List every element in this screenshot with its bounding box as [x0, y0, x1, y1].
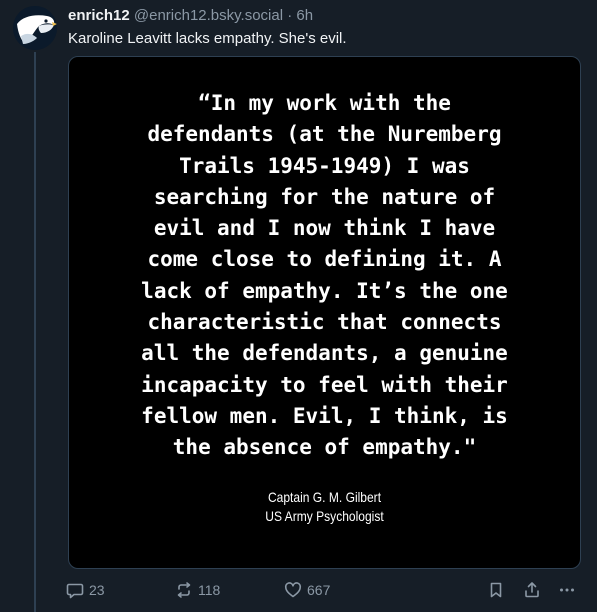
reply-button[interactable]: 23: [66, 578, 105, 602]
like-button[interactable]: 667: [284, 578, 330, 602]
quote-line: the absence of empathy.": [172, 435, 477, 460]
repost-arrows-icon: [177, 582, 191, 598]
quote-text: “In my work with the defendants (at the …: [69, 88, 580, 464]
bookmark-icon: [490, 582, 502, 598]
quote-line: defendants (at the Nuremberg: [147, 122, 502, 147]
like-count: 667: [307, 582, 331, 598]
avatar-eagle-image: [13, 6, 57, 50]
post-header: enrich12 @enrich12.bsky.social · 6h: [68, 6, 313, 25]
quote-line: evil and I now think I have: [153, 216, 496, 241]
display-name[interactable]: enrich12: [68, 7, 130, 24]
repost-count: 118: [198, 582, 221, 598]
avatar[interactable]: [13, 6, 57, 50]
share-upload-icon: [525, 582, 539, 598]
quote-line: lack of empathy. It’s the one: [141, 278, 508, 303]
share-button[interactable]: [523, 578, 541, 602]
attribution-title: US Army Psychologist: [265, 508, 384, 524]
quote-line: “In my work with the: [198, 91, 451, 115]
reply-count: 23: [89, 582, 105, 598]
more-options-button[interactable]: [558, 578, 576, 602]
quote-line: come close to defining it. A: [147, 247, 502, 272]
bookmark-button[interactable]: [487, 578, 505, 602]
heart-outline-icon: [284, 582, 302, 598]
post-text: Karoline Leavitt lacks empathy. She's ev…: [68, 30, 347, 47]
user-handle[interactable]: @enrich12.bsky.social: [134, 7, 283, 24]
ellipsis-icon: [560, 588, 574, 592]
quote-line: all the defendants, a genuine: [141, 341, 508, 366]
post-timestamp[interactable]: 6h: [296, 7, 313, 24]
quote-line: characteristic that connects: [147, 310, 502, 335]
post-image[interactable]: “In my work with the defendants (at the …: [68, 56, 581, 569]
header-separator: ·: [287, 7, 293, 24]
quote-line: searching for the nature of: [153, 184, 496, 209]
attribution-name: Captain G. M. Gilbert: [267, 489, 382, 505]
repost-button[interactable]: 118: [175, 578, 220, 602]
quote-line: Trails 1945-1949) I was: [179, 153, 470, 178]
quote-line: fellow men. Evil, I think, is: [141, 403, 508, 428]
speech-bubble-icon: [66, 583, 84, 599]
post-actions: 23 118 667: [66, 578, 581, 602]
thread-line: [34, 52, 36, 612]
quote-attribution: Captain G. M. Gilbert US Army Psychologi…: [69, 488, 580, 526]
quote-line: incapacity to feel with their: [141, 372, 508, 397]
